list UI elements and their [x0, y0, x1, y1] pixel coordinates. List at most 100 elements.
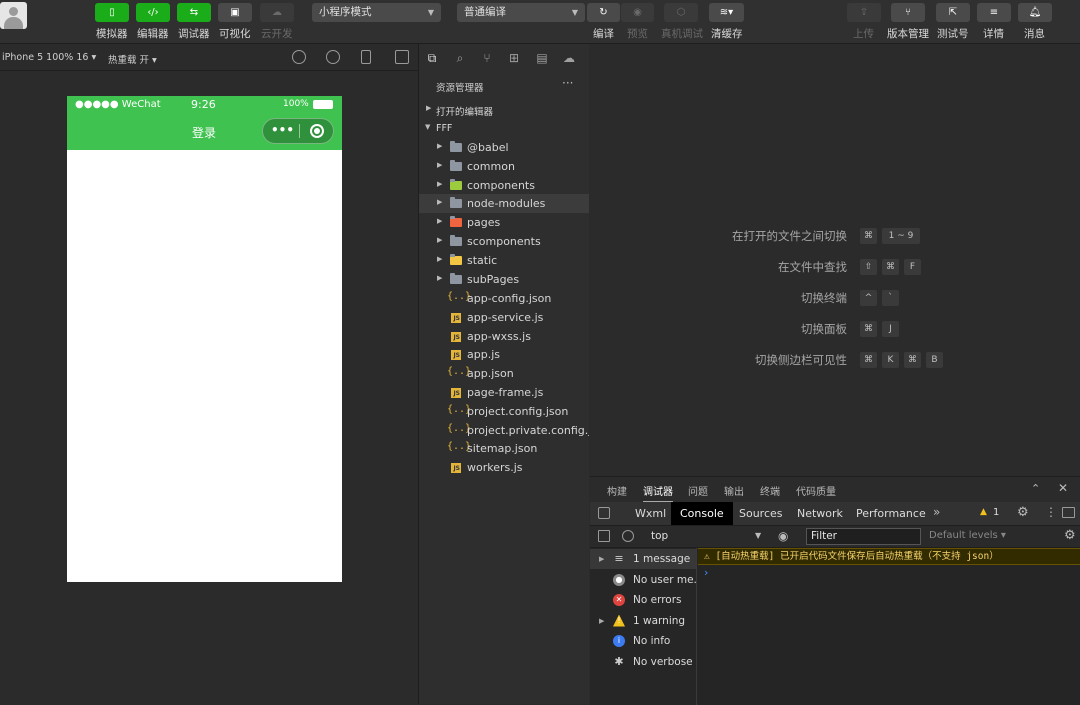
dock-icon[interactable]: [1062, 507, 1075, 518]
visual-toggle-button[interactable]: ▣: [218, 3, 252, 22]
tab-wxml[interactable]: Wxml: [626, 502, 675, 525]
debugger-toggle-button[interactable]: ⇆: [177, 3, 211, 22]
close-target-icon[interactable]: [310, 124, 324, 138]
upload-button[interactable]: ⇪: [847, 3, 881, 22]
version-control-button[interactable]: ⑂: [891, 3, 925, 22]
device-debug-button[interactable]: ⬡: [664, 3, 698, 22]
open-editors-section[interactable]: ▶ 打开的编辑器: [419, 100, 589, 119]
search-icon[interactable]: ⌕: [453, 51, 467, 65]
error-icon: ✕: [613, 594, 625, 606]
file-item[interactable]: {..} app.json: [419, 364, 589, 383]
inspect-element-icon[interactable]: [598, 507, 610, 519]
refresh-icon[interactable]: [292, 50, 306, 64]
folder-item[interactable]: ▶ pages: [419, 213, 589, 232]
phone-screen[interactable]: ●●●●● WeChat 9:26 100% 登录 •••: [67, 96, 342, 582]
device-debug-icon: ⬡: [676, 7, 686, 18]
editor-toggle-button[interactable]: ‹/›: [136, 3, 170, 22]
save-icon[interactable]: ▤: [535, 51, 549, 65]
editor-area: 在打开的文件之间切换 ⌘ 1 ~ 9 在文件中查找 ⇧ ⌘ F 切换终端 ^ ` 切换面板 ⌘ J 切换侧…: [590, 44, 1080, 476]
details-button[interactable]: ≡: [977, 3, 1011, 22]
clear-console-icon[interactable]: [622, 530, 634, 542]
tab-output[interactable]: 输出: [724, 483, 744, 498]
tab-sources[interactable]: Sources: [730, 502, 792, 525]
more-tabs-button[interactable]: »: [933, 505, 940, 519]
more-options-icon[interactable]: ···: [562, 76, 573, 90]
folder-item[interactable]: ▶ static: [419, 251, 589, 270]
file-item[interactable]: JS app-service.js: [419, 308, 589, 327]
file-item[interactable]: JS app-wxss.js: [419, 327, 589, 346]
folder-item[interactable]: ▶ subPages: [419, 270, 589, 289]
detach-window-icon[interactable]: [395, 50, 409, 64]
file-item[interactable]: JS workers.js: [419, 458, 589, 477]
console-filter-item[interactable]: i No info: [590, 631, 696, 651]
console-filter-item[interactable]: ▶ ≡ 1 message: [590, 549, 696, 569]
device-rotate-icon[interactable]: [361, 50, 371, 64]
user-avatar[interactable]: [0, 2, 27, 29]
folder-item[interactable]: ▶ common: [419, 157, 589, 176]
stop-icon[interactable]: [326, 50, 340, 64]
console-filter-item[interactable]: ● No user me...: [590, 570, 696, 590]
file-item[interactable]: {..} sitemap.json: [419, 439, 589, 458]
console-filter-item[interactable]: ▶! 1 warning: [590, 611, 696, 631]
sidebar-toggle-icon[interactable]: [598, 530, 610, 542]
extensions-icon[interactable]: ⊞: [507, 51, 521, 65]
simulator-toggle-button[interactable]: ▯: [95, 3, 129, 22]
shortcut-key: 1 ~ 9: [882, 228, 920, 244]
mode-select[interactable]: 小程序模式 ▼: [312, 3, 441, 22]
file-item[interactable]: JS page-frame.js: [419, 383, 589, 402]
folder-name: components: [467, 178, 535, 192]
shortcut-label: 切换终端: [801, 291, 847, 305]
folder-item[interactable]: ▶ node-modules: [419, 194, 589, 214]
warning-icon[interactable]: ▲: [980, 507, 987, 517]
more-dots-icon[interactable]: •••: [271, 123, 294, 137]
project-root[interactable]: ▼ FFF: [419, 119, 589, 138]
folder-item[interactable]: ▶ @babel: [419, 138, 589, 157]
device-debug-label: 真机调试: [661, 28, 703, 40]
branch-icon[interactable]: ⑂: [480, 51, 494, 65]
gear-icon[interactable]: ⚙: [1064, 528, 1076, 543]
capsule-menu[interactable]: •••: [262, 118, 334, 144]
tab-network[interactable]: Network: [788, 502, 852, 525]
tab-code-quality[interactable]: 代码质量: [796, 483, 836, 498]
context-select[interactable]: top: [651, 530, 668, 542]
gear-icon[interactable]: ⚙: [1017, 505, 1029, 520]
file-name: app-config.json: [467, 292, 552, 305]
folder-item[interactable]: ▶ scomponents: [419, 232, 589, 251]
console-filter-item[interactable]: ✕ No errors: [590, 590, 696, 610]
console-output[interactable]: ⚠ [自动热重载] 已开启代码文件保存后自动热重载（不支持 json） ›: [698, 548, 1080, 705]
kebab-menu-icon[interactable]: ⋮: [1045, 505, 1057, 519]
tab-problems[interactable]: 问题: [688, 483, 708, 498]
folder-item[interactable]: ▶ components: [419, 176, 589, 195]
file-item[interactable]: {..}project.private.config.json: [419, 421, 589, 440]
signal-carrier: ●●●●● WeChat: [75, 99, 161, 110]
compile-select[interactable]: 普通编译 ▼: [457, 3, 585, 22]
tab-build[interactable]: 构建: [607, 483, 627, 498]
tab-performance[interactable]: Performance: [847, 502, 935, 525]
files-icon[interactable]: ⧉: [425, 51, 439, 65]
test-account-button[interactable]: ⇱: [936, 3, 970, 22]
console-prompt[interactable]: ›: [704, 566, 708, 579]
explorer-activity-bar: ⧉ ⌕ ⑂ ⊞ ▤ ☁: [419, 44, 589, 72]
log-levels-select[interactable]: Default levels ▾: [929, 530, 1006, 541]
console-warning-message[interactable]: ⚠ [自动热重载] 已开启代码文件保存后自动热重载（不支持 json）: [698, 548, 1080, 565]
tab-terminal[interactable]: 终端: [760, 483, 780, 498]
hot-reload-select[interactable]: 热重载 开 ▾: [108, 52, 157, 66]
device-select[interactable]: iPhone 5 100% 16 ▾: [2, 52, 96, 63]
close-icon[interactable]: ✕: [1058, 481, 1068, 495]
clear-cache-button[interactable]: ≋▾: [709, 3, 744, 22]
console-filter-item[interactable]: ✱ No verbose: [590, 652, 696, 672]
compile-button[interactable]: ↻: [587, 3, 620, 22]
tab-debugger[interactable]: 调试器: [643, 483, 673, 503]
file-item[interactable]: JS app.js: [419, 345, 589, 364]
chevron-down-icon[interactable]: ▼: [755, 531, 761, 540]
eye-icon[interactable]: ◉: [778, 529, 788, 543]
preview-button[interactable]: ◉: [621, 3, 654, 22]
docker-icon[interactable]: ☁: [562, 51, 576, 65]
console-filter-input[interactable]: Filter: [806, 528, 921, 545]
file-item[interactable]: {..} project.config.json: [419, 402, 589, 421]
cloud-dev-button[interactable]: ☁: [260, 3, 294, 22]
chevron-up-icon[interactable]: ⌃: [1031, 482, 1040, 495]
file-item[interactable]: {..} app-config.json: [419, 289, 589, 308]
tab-console[interactable]: Console: [671, 502, 733, 525]
messages-button[interactable]: 🔔︎: [1018, 3, 1052, 22]
